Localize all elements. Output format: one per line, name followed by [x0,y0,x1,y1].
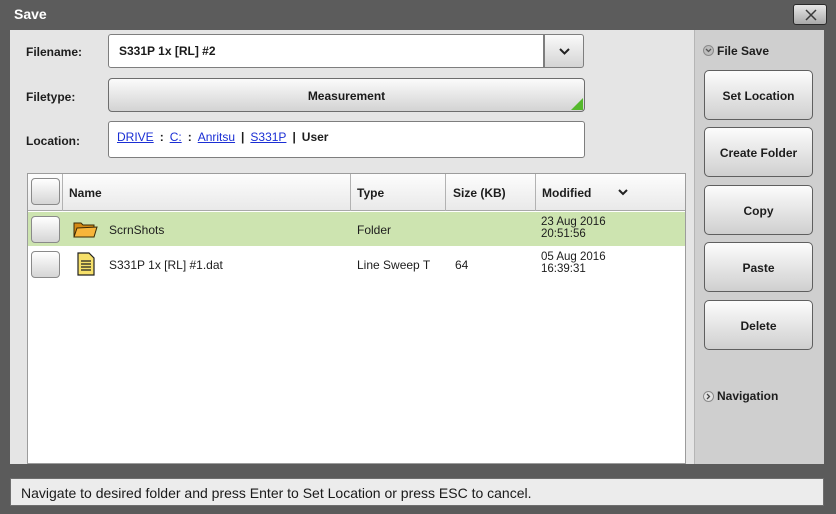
folder-icon [73,222,98,238]
row-modified-time: 16:39:31 [541,263,586,275]
delete-button[interactable]: Delete [704,300,813,350]
close-button[interactable] [793,4,827,25]
file-save-section-label[interactable]: File Save [717,44,769,58]
row-type: Folder [357,223,392,237]
location-breadcrumb: DRIVE: C:: Anritsu | S331P | User [108,121,585,158]
select-all-checkbox[interactable] [31,178,60,205]
filename-label: Filename: [26,45,83,59]
row-name: ScrnShots [109,223,165,237]
expand-chevron-icon [703,391,714,402]
row-checkbox[interactable] [31,216,60,243]
sort-descending-icon [618,189,628,196]
filename-input[interactable]: S331P 1x [RL] #2 [108,34,544,68]
column-header-name[interactable]: Name [63,174,351,211]
filetype-label: Filetype: [26,90,76,104]
row-name: S331P 1x [RL] #1.dat [109,258,223,272]
location-label: Location: [26,134,80,148]
table-row[interactable]: ScrnShots Folder 23 Aug 2016 20:51:56 [28,212,685,246]
filetype-value: Measurement [307,89,386,103]
breadcrumb-current: User [301,130,329,144]
select-all-header [28,174,63,211]
submenu-indicator-icon [571,98,583,110]
column-header-size[interactable]: Size (KB) [446,174,536,211]
breadcrumb-separator: : [187,130,192,144]
row-checkbox[interactable] [31,251,60,278]
side-panel: File Save Set Location Create Folder Cop… [694,30,824,464]
copy-button[interactable]: Copy [704,185,813,235]
dialog-title: Save [14,6,47,22]
status-text: Navigate to desired folder and press Ent… [21,485,532,501]
status-bar: Navigate to desired folder and press Ent… [10,478,824,506]
row-modified-date: 23 Aug 2016 [541,216,606,228]
create-folder-button[interactable]: Create Folder [704,127,813,177]
row-modified-time: 20:51:56 [541,228,586,240]
breadcrumb-anritsu-link[interactable]: Anritsu [198,130,235,144]
close-icon [805,9,817,21]
breadcrumb-s331p-link[interactable]: S331P [250,130,286,144]
collapse-chevron-icon [703,45,714,56]
breadcrumb-drive-link[interactable]: DRIVE [117,130,154,144]
row-type: Line Sweep T [357,258,431,272]
breadcrumb-separator: | [292,130,296,144]
row-size: 64 [455,258,469,272]
filetype-button[interactable]: Measurement [108,78,585,112]
breadcrumb-separator: : [159,130,164,144]
paste-button[interactable]: Paste [704,242,813,292]
breadcrumb-c-link[interactable]: C: [170,130,182,144]
table-row[interactable]: S331P 1x [RL] #1.dat Line Sweep T 64 05 … [28,247,685,281]
row-modified-date: 05 Aug 2016 [541,251,606,263]
document-icon [77,252,95,276]
file-table: Name Type Size (KB) Modified ScrnShots F… [27,173,686,464]
filename-value: S331P 1x [RL] #2 [119,44,216,58]
navigation-section-label[interactable]: Navigation [717,389,778,403]
set-location-button[interactable]: Set Location [704,70,813,120]
table-header: Name Type Size (KB) Modified [28,174,685,211]
column-header-modified[interactable]: Modified [536,174,685,211]
filename-dropdown-button[interactable] [544,34,584,68]
breadcrumb-separator: | [241,130,245,144]
title-bar: Save [0,0,836,30]
column-header-type[interactable]: Type [351,174,446,211]
chevron-down-icon [559,48,570,55]
save-dialog: Save Filename: S331P 1x [RL] #2 Filetype… [0,0,836,514]
